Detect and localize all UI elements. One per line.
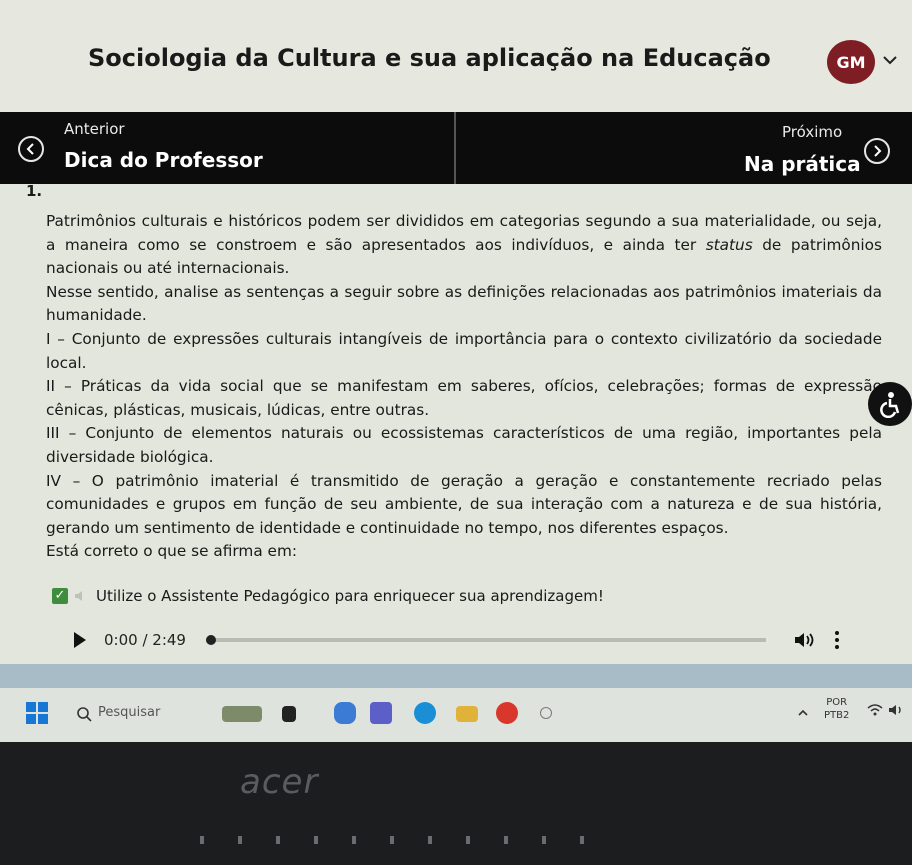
accessibility-icon [880, 392, 900, 418]
speaker-icon [75, 591, 82, 601]
language-line-1: POR [826, 697, 848, 708]
chevron-right-icon [864, 138, 890, 164]
screen: Sociologia da Cultura e sua aplicação na… [0, 0, 912, 742]
question-body: Patrimônios culturais e históricos podem… [46, 210, 882, 564]
laptop-brand-logo: acer [240, 762, 319, 802]
audio-player: 0:00 / 2:49 [46, 620, 876, 660]
intro-italic-word: status [705, 235, 753, 254]
page-footer-band [0, 664, 912, 688]
statement-iv: IV – O patrimônio imaterial é transmitid… [46, 471, 882, 537]
teams-icon[interactable] [370, 702, 392, 724]
language-line-2: PTB2 [824, 710, 850, 721]
app-icon[interactable] [540, 707, 552, 719]
volume-tray-icon[interactable] [888, 702, 906, 718]
chrome-icon[interactable] [496, 702, 518, 724]
statement-iii: III – Conjunto de elementos naturais ou … [46, 424, 882, 466]
chevron-left-icon [18, 136, 44, 162]
taskbar-search-input[interactable]: Pesquisar [98, 705, 160, 720]
question-number: 1. [26, 182, 43, 200]
assistant-toggle[interactable]: ✓ Utilize o Assistente Pedagógico para e… [52, 584, 604, 608]
laptop-bezel [0, 742, 912, 865]
audio-time: 0:00 / 2:49 [104, 631, 186, 649]
previous-lesson-link[interactable]: Anterior Dica do Professor [0, 112, 456, 184]
search-icon[interactable] [76, 706, 92, 722]
chevron-down-icon[interactable] [880, 50, 900, 70]
statement-i: I – Conjunto de expressões culturais int… [46, 329, 882, 372]
language-indicator[interactable]: POR PTB2 [824, 696, 849, 722]
previous-title: Dica do Professor [64, 148, 263, 172]
user-avatar[interactable]: GM [827, 40, 875, 84]
lesson-navigation: Anterior Dica do Professor Próximo Na pr… [0, 112, 912, 184]
assistant-checkbox[interactable]: ✓ [52, 588, 68, 604]
audio-progress-knob[interactable] [205, 635, 216, 645]
file-explorer-icon[interactable] [282, 706, 296, 722]
next-lesson-link[interactable]: Próximo Na prática [458, 112, 912, 184]
previous-label: Anterior [64, 120, 125, 138]
windows-start-icon[interactable] [26, 702, 48, 724]
question-instruction: Nesse sentido, analise as sentenças a se… [46, 282, 882, 325]
question-prompt: Está correto o que se afirma em: [46, 542, 298, 561]
chevron-up-icon[interactable] [796, 706, 810, 720]
assistant-label: Utilize o Assistente Pedagógico para enr… [96, 587, 604, 605]
edge-icon[interactable] [414, 702, 436, 724]
question-intro: Patrimônios culturais e históricos podem… [46, 210, 882, 281]
next-title: Na prática [744, 152, 861, 176]
statement-ii: II – Práticas da vida social que se mani… [46, 377, 882, 419]
copilot-icon[interactable] [334, 702, 356, 724]
more-options-icon[interactable] [834, 631, 840, 649]
course-title: Sociologia da Cultura e sua aplicação na… [88, 44, 771, 72]
accessibility-button[interactable] [868, 382, 912, 426]
audio-progress-bar[interactable] [205, 635, 766, 645]
next-label: Próximo [782, 123, 843, 141]
play-icon[interactable] [74, 632, 86, 648]
keyboard-edge [200, 836, 680, 844]
page-header: Sociologia da Cultura e sua aplicação na… [0, 0, 912, 112]
volume-icon[interactable] [794, 631, 816, 649]
wifi-icon[interactable] [866, 702, 884, 718]
taskbar: Pesquisar POR PTB2 [0, 688, 912, 742]
folder-icon[interactable] [456, 706, 478, 722]
widgets-icon[interactable] [222, 706, 262, 722]
